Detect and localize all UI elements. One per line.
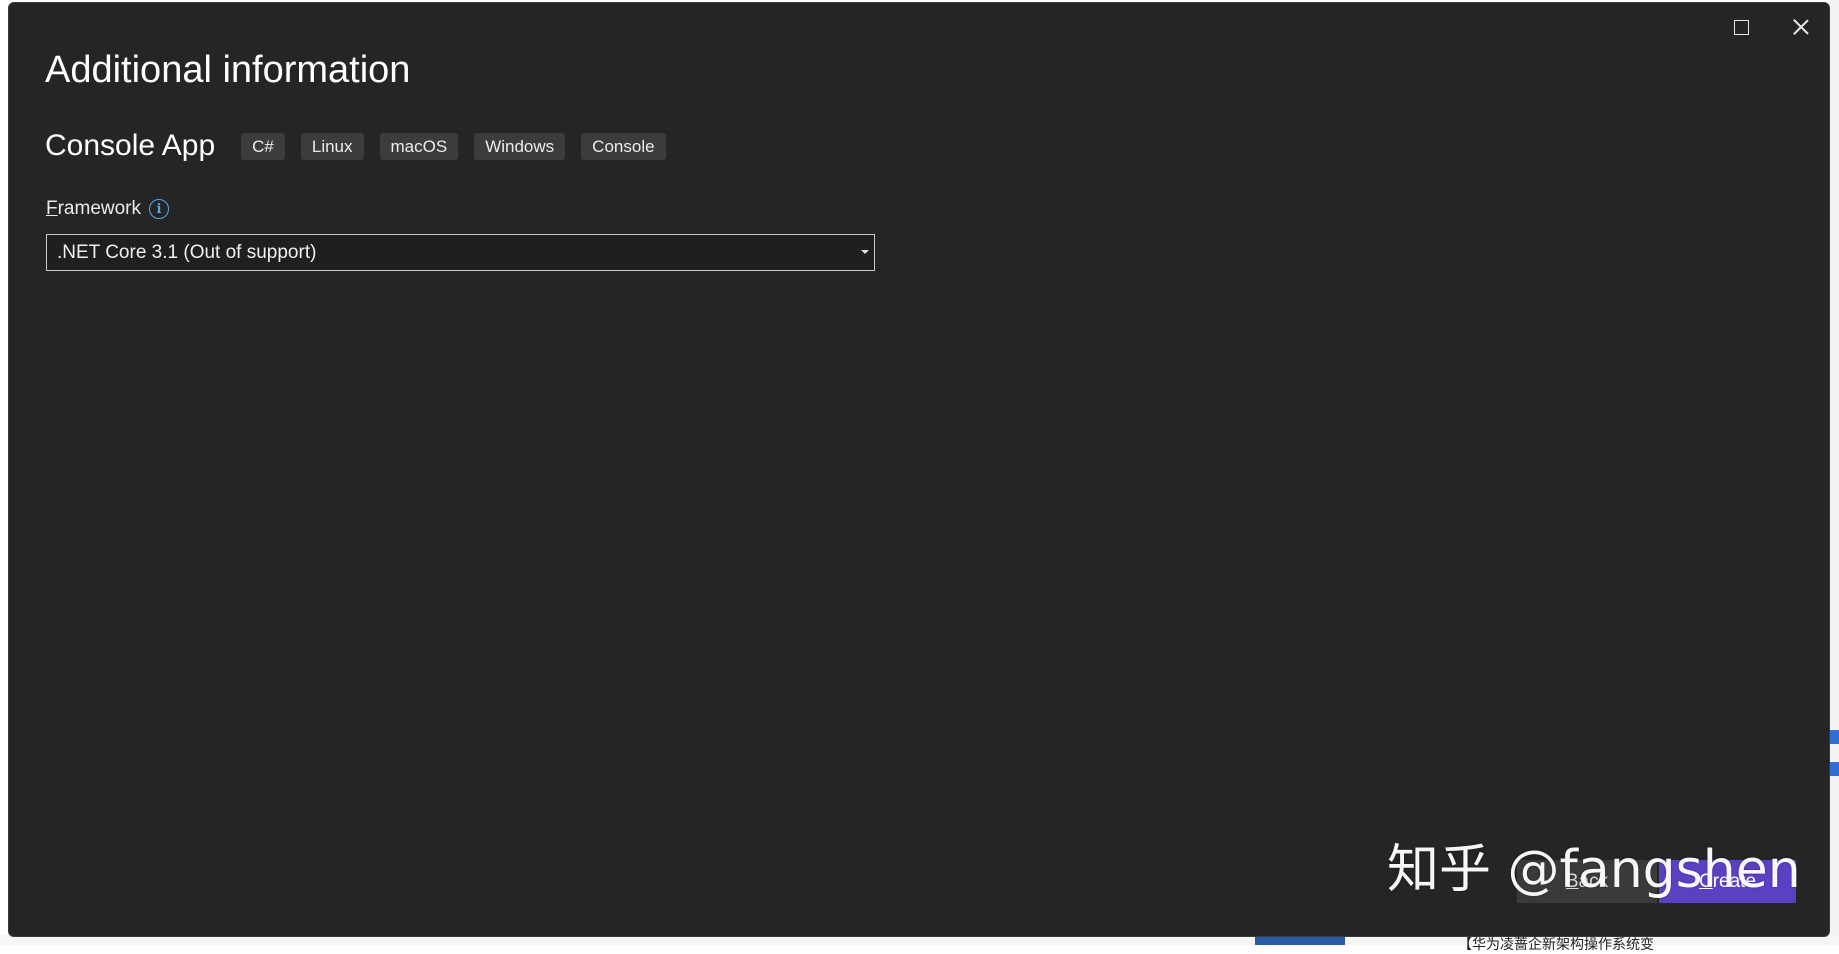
background-highlight — [1830, 730, 1839, 744]
close-button[interactable] — [1779, 11, 1823, 43]
chevron-down-icon — [861, 250, 869, 254]
dialog-title: Additional information — [45, 49, 411, 91]
background-page-edge — [1830, 0, 1839, 945]
tag-language: C# — [241, 132, 285, 160]
back-button[interactable]: Back — [1517, 860, 1657, 903]
create-access-key: C — [1698, 870, 1713, 892]
framework-label: Framework — [46, 198, 141, 220]
back-access-key: B — [1565, 870, 1579, 892]
tag-platform-linux: Linux — [300, 132, 364, 160]
project-name: Console App — [45, 129, 216, 162]
framework-selected-value: .NET Core 3.1 (Out of support) — [57, 241, 317, 263]
maximize-icon — [1733, 19, 1749, 35]
framework-select[interactable]: .NET Core 3.1 (Out of support) — [46, 234, 875, 271]
close-icon — [1793, 19, 1809, 35]
tag-platform-macos: macOS — [379, 132, 459, 160]
framework-label-row: Framework i — [46, 196, 170, 222]
tag-platform-windows: Windows — [474, 132, 566, 160]
project-header: Console App C# Linux macOS Windows Conso… — [45, 129, 682, 163]
background-highlight — [1830, 762, 1839, 776]
background-thumbnail — [1255, 936, 1345, 945]
framework-label-text: ramework — [57, 198, 142, 219]
create-button[interactable]: Create — [1659, 860, 1796, 903]
framework-access-key: F — [46, 198, 58, 219]
info-icon[interactable]: i — [149, 199, 170, 219]
tag-project-type: Console — [581, 132, 666, 160]
additional-information-dialog: Additional information Console App C# Li… — [8, 2, 1830, 937]
create-label: reate — [1712, 870, 1757, 892]
maximize-button[interactable] — [1719, 11, 1763, 43]
back-label: ack — [1578, 870, 1609, 892]
background-bottom-text: 【华为凌蔷企新架构操作系统变 — [1458, 937, 1654, 953]
